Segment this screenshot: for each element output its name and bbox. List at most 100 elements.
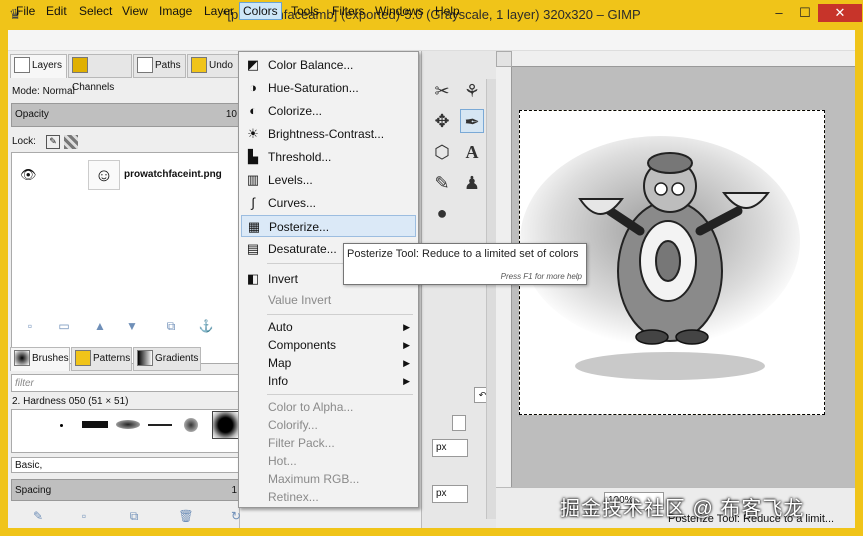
brush-selected[interactable] <box>212 411 239 439</box>
new-layer-icon[interactable]: ▫ <box>22 318 38 334</box>
brush-3[interactable] <box>116 420 140 429</box>
layer-name[interactable]: prowatchfaceint.png <box>124 169 222 180</box>
brush-1[interactable] <box>60 424 63 427</box>
menu-colors[interactable]: Colors <box>239 2 282 20</box>
menu-layer[interactable]: Layer <box>201 3 237 19</box>
menu-help[interactable]: Help <box>432 3 463 19</box>
menu-file[interactable]: File <box>13 3 38 19</box>
anchor-layer-icon[interactable]: ⚓ <box>198 318 214 334</box>
delete-brush-icon[interactable]: 🗑 <box>178 508 194 524</box>
menu-windows[interactable]: Windows <box>372 3 427 19</box>
brush-filter-field[interactable]: filter <box>11 374 239 392</box>
layer-row[interactable]: 👁 ☺ prowatchfaceint.png <box>12 157 238 193</box>
colorize-icon: ◐ <box>249 103 257 118</box>
scissors-tool-icon[interactable]: ✂ <box>430 79 454 103</box>
raise-layer-icon[interactable]: ▲ <box>92 318 108 334</box>
tab-channels[interactable]: Channels <box>68 54 132 93</box>
undo-icon <box>191 57 207 74</box>
desaturate-icon: ▤ <box>246 241 260 256</box>
brush-name-label: 2. Hardness 050 (51 × 51) <box>12 396 129 407</box>
menu-item-curves[interactable]: ∫ Curves... <box>241 192 416 214</box>
quick-mask-corner[interactable] <box>496 51 512 67</box>
lock-label: Lock: <box>12 136 36 147</box>
toolbox-scrollbar[interactable] <box>486 79 496 519</box>
move-tool-icon[interactable]: ✥ <box>430 109 454 133</box>
right-glass <box>671 182 685 196</box>
menu-select[interactable]: Select <box>76 3 115 19</box>
tab-brushes[interactable]: Brushes <box>10 347 70 371</box>
measure-tool-icon[interactable]: ✒ <box>460 109 484 133</box>
smudge-tool-icon[interactable]: ● <box>430 201 454 225</box>
new-group-icon[interactable]: ▭ <box>56 318 72 334</box>
lock-pixels-icon[interactable]: ✎ <box>46 135 60 149</box>
close-button[interactable]: ✕ <box>818 4 862 22</box>
menu-view[interactable]: View <box>119 3 151 19</box>
gradients-icon <box>137 350 153 367</box>
tooltip-text: Posterize Tool: Reduce to a limited set … <box>347 248 579 260</box>
maximize-button[interactable]: ☐ <box>792 4 818 22</box>
brush-2[interactable] <box>82 421 108 428</box>
menu-item-color-balance[interactable]: ◩ Color Balance... <box>241 54 416 76</box>
brush-preset-field[interactable]: Basic, <box>11 457 239 473</box>
menu-item-info[interactable]: Info ▶ <box>241 370 416 392</box>
threshold-icon: ▙ <box>248 149 258 164</box>
minimize-button[interactable]: – <box>766 4 792 22</box>
edit-brush-icon[interactable]: ✎ <box>30 508 46 524</box>
menu-image[interactable]: Image <box>156 3 195 19</box>
hair <box>647 152 693 174</box>
menu-edit[interactable]: Edit <box>43 3 70 19</box>
lower-layer-icon[interactable]: ▼ <box>124 318 140 334</box>
paths-icon <box>137 57 153 74</box>
menu-item-threshold[interactable]: ▙ Threshold... <box>241 146 416 168</box>
menu-item-posterize[interactable]: ▦ Posterize... <box>241 215 416 237</box>
brush-grid[interactable] <box>11 409 239 453</box>
tab-gradients[interactable]: Gradients <box>133 347 201 371</box>
chain-icon[interactable] <box>452 415 466 431</box>
menu-item-retinex[interactable]: Retinex... <box>241 486 416 508</box>
tab-layers[interactable]: Layers <box>10 54 67 78</box>
tab-paths[interactable]: Paths <box>133 54 186 78</box>
spacing-value: 1 <box>231 485 237 496</box>
lock-alpha-icon[interactable] <box>64 135 78 149</box>
unit-select-1[interactable]: px <box>432 439 468 457</box>
brush-4[interactable] <box>148 424 172 426</box>
brush-preset-label: Basic, <box>15 460 43 471</box>
brush-5[interactable] <box>184 418 198 432</box>
spacing-slider[interactable]: Spacing 1 <box>11 479 239 501</box>
cage-tool-icon[interactable]: ⬡ <box>430 140 454 164</box>
right-shoe <box>675 329 709 345</box>
shadow <box>575 352 765 380</box>
levels-icon: ▥ <box>246 172 260 187</box>
refresh-brush-icon[interactable]: ↻ <box>228 508 244 524</box>
opacity-slider[interactable]: Opacity 10 <box>11 103 239 127</box>
spacing-label: Spacing <box>15 485 52 496</box>
patterns-icon <box>75 350 91 367</box>
tooltip-help: Press F1 for more help <box>500 272 582 281</box>
toolbox: ✂ ⚘ ✥ ✒ ⬡ A ✎ ♟ ● ↶ px px <box>421 51 496 528</box>
posterize-tooltip: Posterize Tool: Reduce to a limited set … <box>343 243 587 285</box>
posterize-icon: ▦ <box>247 219 261 234</box>
tab-patterns[interactable]: Patterns <box>71 347 132 371</box>
new-brush-icon[interactable]: ▫ <box>76 508 92 524</box>
menu-item-brightness-contrast[interactable]: ☀ Brightness-Contrast... <box>241 123 416 145</box>
fuzzy-select-tool-icon[interactable]: ⚘ <box>460 79 484 103</box>
menu-item-levels[interactable]: ▥ Levels... <box>241 169 416 191</box>
left-glass <box>654 182 668 196</box>
duplicate-brush-icon[interactable]: ⧉ <box>126 508 142 524</box>
text-tool-icon[interactable]: A <box>460 140 484 164</box>
ink-tool-icon[interactable]: ♟ <box>460 171 484 195</box>
paintbrush-tool-icon[interactable]: ✎ <box>430 171 454 195</box>
menu-item-hue-saturation[interactable]: ◑ Hue-Saturation... <box>241 77 416 99</box>
duplicate-layer-icon[interactable]: ⧉ <box>163 318 179 334</box>
menu-item-colorize[interactable]: ◐ Colorize... <box>241 100 416 122</box>
eye-icon[interactable]: 👁 <box>20 167 37 183</box>
menu-item-value-invert[interactable]: Value Invert <box>241 289 416 311</box>
curves-icon: ∫ <box>251 195 255 210</box>
left-dock: Layers Channels Paths Undo Mode: Normal … <box>8 51 241 528</box>
tab-undo[interactable]: Undo <box>187 54 239 78</box>
mode-label[interactable]: Mode: Normal <box>12 86 75 97</box>
menu-filters[interactable]: Filters <box>329 3 368 19</box>
horizontal-ruler[interactable] <box>512 51 855 67</box>
unit-select-2[interactable]: px <box>432 485 468 503</box>
menu-tools[interactable]: Tools <box>288 3 322 19</box>
